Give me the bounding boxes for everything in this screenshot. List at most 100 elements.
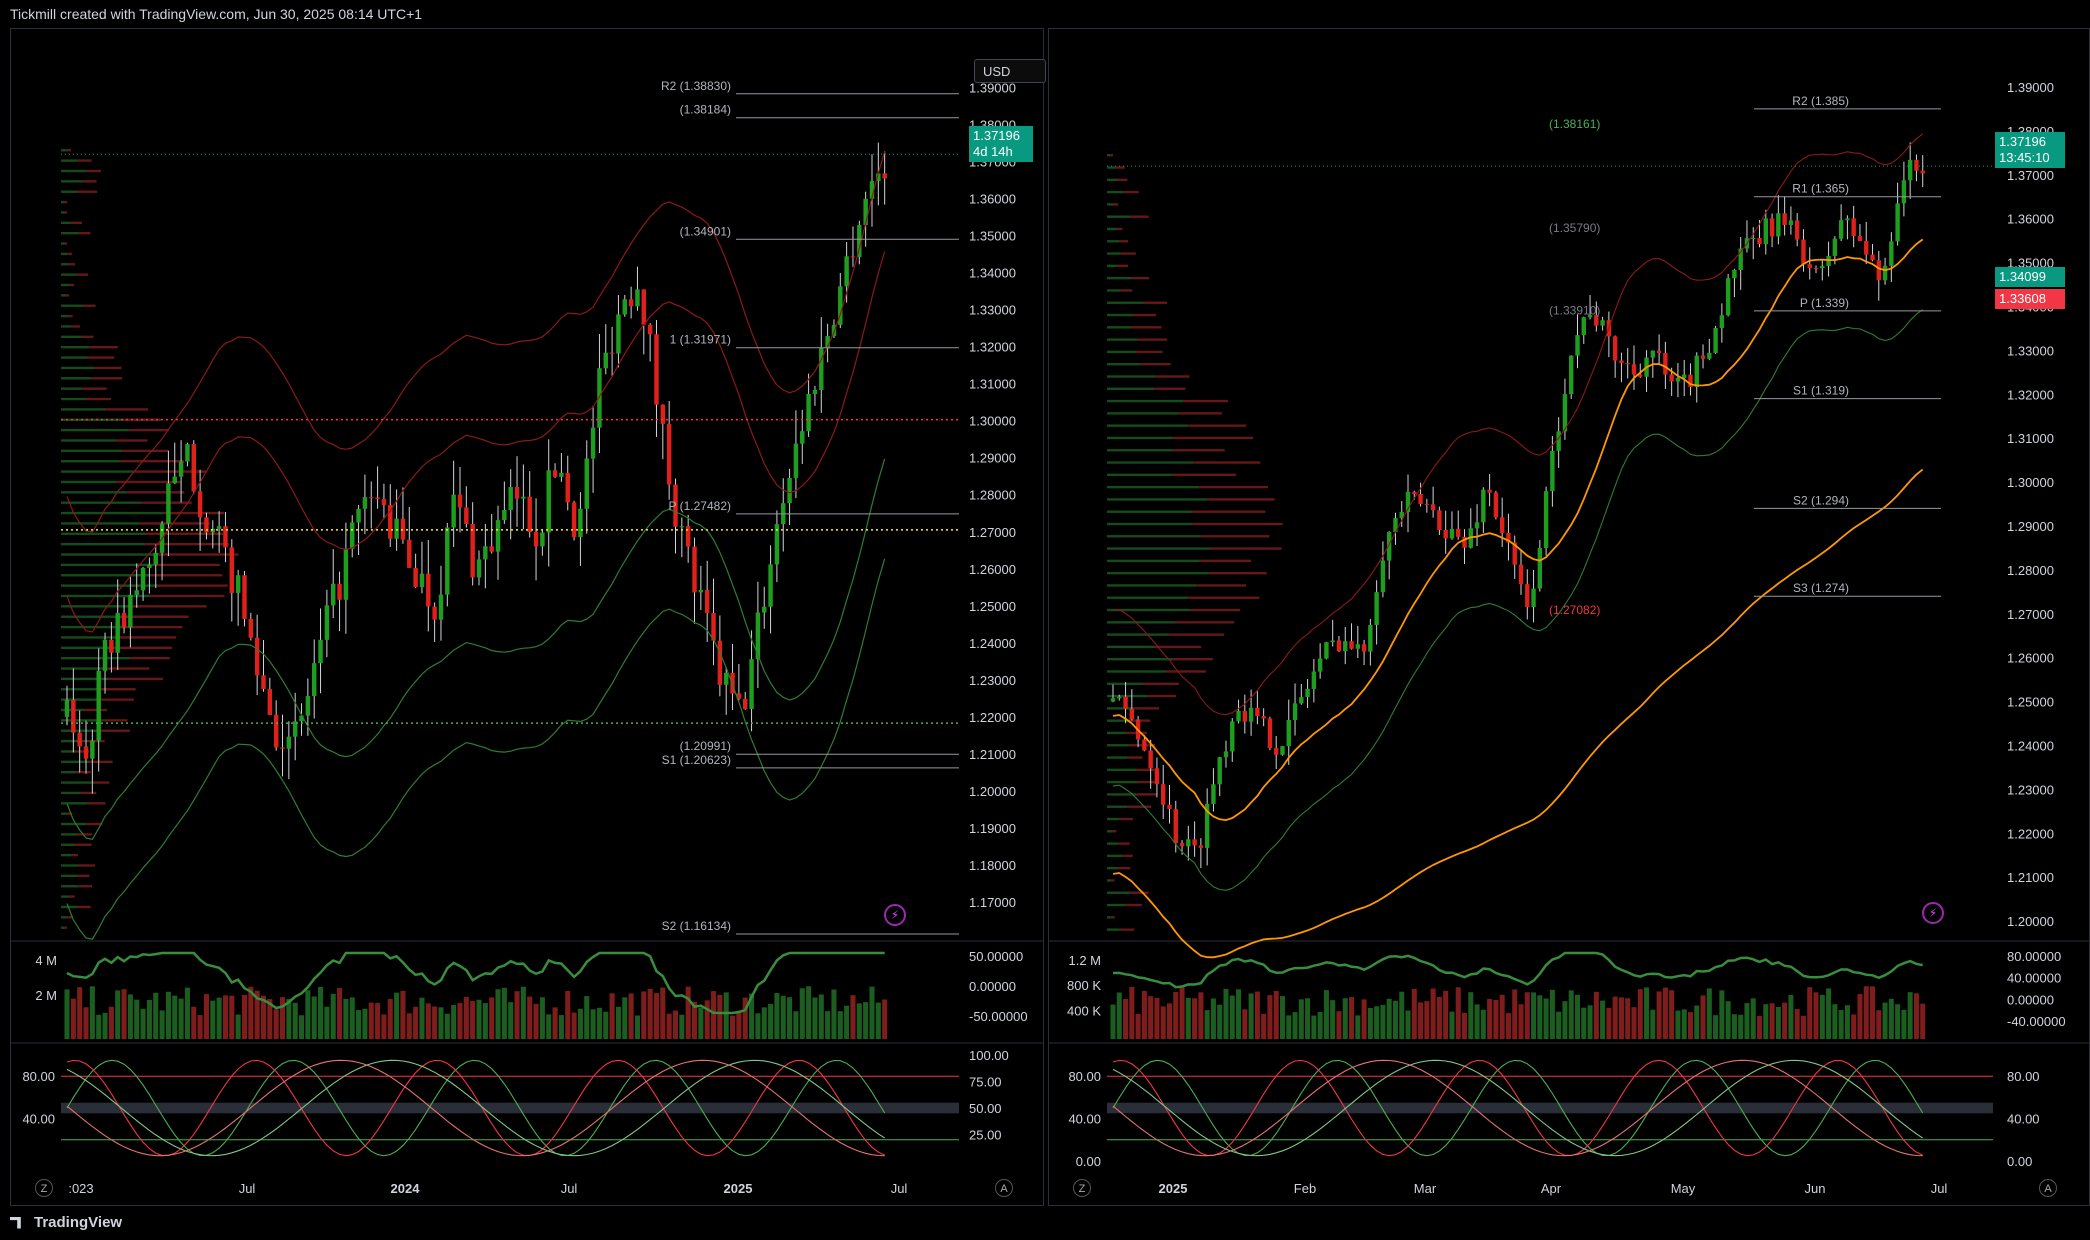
right-pivot-label: S2 (1.294) xyxy=(1793,493,1849,507)
right-candle xyxy=(1110,698,1116,702)
left-volume-profile-bar xyxy=(61,802,88,805)
right-volume-bar xyxy=(1706,988,1712,1039)
right-x-tick: Jun xyxy=(1805,1181,1826,1196)
right-volume-bar xyxy=(1832,1004,1838,1039)
left-y-tick: 1.23000 xyxy=(969,673,1016,688)
left-auto-button[interactable]: A xyxy=(995,1179,1013,1197)
right-volume-tick: 800 K xyxy=(1067,978,1101,993)
left-volume-bar xyxy=(755,1013,761,1039)
right-chart-svg[interactable]: 1.390001.380001.370001.360001.350001.340… xyxy=(1049,29,2089,1205)
right-candle xyxy=(1123,696,1128,709)
left-chart-panel[interactable]: 1.390001.380001.370001.360001.350001.340… xyxy=(10,28,1046,1206)
left-volume-tick: 4 M xyxy=(35,953,57,968)
left-candle xyxy=(438,594,444,620)
right-y-tick: 1.32000 xyxy=(2007,387,2054,402)
left-volume-profile-bar xyxy=(64,242,67,245)
right-volume-bar xyxy=(1669,990,1675,1039)
right-candle xyxy=(1782,213,1787,226)
right-volume-profile-bar xyxy=(1123,190,1139,194)
left-volume-profile-bar xyxy=(61,853,72,857)
right-candle xyxy=(1794,220,1800,240)
right-y-tick: 1.26000 xyxy=(2007,651,2054,666)
right-candle xyxy=(1700,355,1706,359)
left-candle xyxy=(305,696,311,716)
left-zoom-button[interactable]: Z xyxy=(35,1179,53,1197)
right-candle xyxy=(1776,213,1781,237)
right-volume-profile-bar xyxy=(1107,522,1193,526)
right-auto-button[interactable]: A xyxy=(2039,1179,2057,1197)
left-volume-profile-bar xyxy=(71,325,81,328)
left-candle xyxy=(749,659,754,709)
left-volume-profile-bar xyxy=(61,677,109,681)
right-volume-bar xyxy=(1512,989,1518,1039)
left-volume-profile-bar xyxy=(150,574,223,577)
left-stoch-tick-right: 25.00 xyxy=(969,1128,1002,1143)
right-volume-profile-bar xyxy=(1130,719,1151,722)
right-chart-panel[interactable]: 1.390001.380001.370001.360001.350001.340… xyxy=(1048,28,2090,1206)
right-volume-profile-bar xyxy=(1107,227,1117,231)
left-candle xyxy=(375,497,380,500)
left-candle xyxy=(533,532,539,547)
right-volume-profile-bar xyxy=(1107,768,1137,772)
left-volume-profile-bar xyxy=(61,636,120,639)
right-volume-profile-bar xyxy=(1107,178,1118,182)
right-alert-icon[interactable]: ⚡ xyxy=(1922,902,1944,924)
right-volume-profile-bar xyxy=(1172,473,1236,477)
right-volume-profile-bar xyxy=(1208,571,1267,575)
left-alert-icon[interactable]: ⚡ xyxy=(884,904,906,926)
right-candle xyxy=(1148,750,1153,769)
right-volume-profile-bar xyxy=(1125,903,1142,907)
right-volume-profile-bar xyxy=(1107,879,1112,882)
left-candle xyxy=(121,612,127,628)
left-candle xyxy=(457,494,463,508)
right-volume-profile-bar xyxy=(1107,264,1117,268)
right-volume-bar xyxy=(1179,986,1185,1039)
left-volume-profile-bar xyxy=(61,916,67,919)
right-volume-bar xyxy=(1562,1001,1568,1039)
left-candle xyxy=(248,618,254,638)
right-candle xyxy=(1330,640,1335,643)
left-volume-profile-bar xyxy=(61,470,133,473)
currency-selector[interactable]: USD xyxy=(974,59,1046,83)
left-candle xyxy=(445,527,450,595)
left-volume-bar xyxy=(470,1000,476,1039)
left-volume-bar xyxy=(577,1008,583,1039)
right-volume-profile-bar xyxy=(1107,436,1174,440)
tradingview-logo[interactable]: TradingView xyxy=(10,1214,122,1231)
right-volume-bar xyxy=(1600,1000,1606,1039)
left-volume-bar xyxy=(343,998,349,1039)
left-y-tick: 1.35000 xyxy=(969,229,1016,244)
right-annotation: (1.27082) xyxy=(1549,603,1600,617)
right-y-tick: 1.22000 xyxy=(2007,826,2054,841)
left-chart-svg[interactable]: 1.390001.380001.370001.360001.350001.340… xyxy=(11,29,1043,1205)
left-y-tick: 1.30000 xyxy=(969,414,1016,429)
right-y-tick: 1.33000 xyxy=(2007,343,2054,358)
left-volume-bar xyxy=(596,1007,602,1039)
left-candle xyxy=(419,573,425,588)
left-volume-profile-bar xyxy=(132,615,189,618)
right-candle xyxy=(1857,235,1863,242)
left-volume-bar xyxy=(127,994,133,1039)
right-y-tick: 1.21000 xyxy=(2007,870,2054,885)
right-volume-bar xyxy=(1895,1004,1901,1039)
left-volume-bar xyxy=(476,999,482,1039)
right-volume-profile-bar xyxy=(1192,522,1283,526)
right-candle xyxy=(1211,784,1216,804)
right-candle xyxy=(1305,688,1310,698)
left-volume-bar xyxy=(381,1014,387,1039)
left-volume-bar xyxy=(768,1003,774,1039)
left-volume-profile-bar xyxy=(61,760,88,764)
right-volume-bar xyxy=(1198,992,1204,1039)
left-volume-bar xyxy=(539,997,545,1039)
left-volume-bar xyxy=(641,991,647,1039)
right-candle xyxy=(1719,315,1725,328)
right-y-tick: 1.30000 xyxy=(2007,475,2054,490)
left-candle xyxy=(369,497,374,499)
left-candle xyxy=(654,334,659,405)
right-candle xyxy=(1261,716,1266,719)
right-zoom-button[interactable]: Z xyxy=(1073,1179,1091,1197)
right-volume-bar xyxy=(1869,986,1876,1039)
right-volume-bar xyxy=(1763,1004,1769,1039)
right-volume-bar xyxy=(1694,1005,1700,1039)
right-candle xyxy=(1732,269,1737,279)
